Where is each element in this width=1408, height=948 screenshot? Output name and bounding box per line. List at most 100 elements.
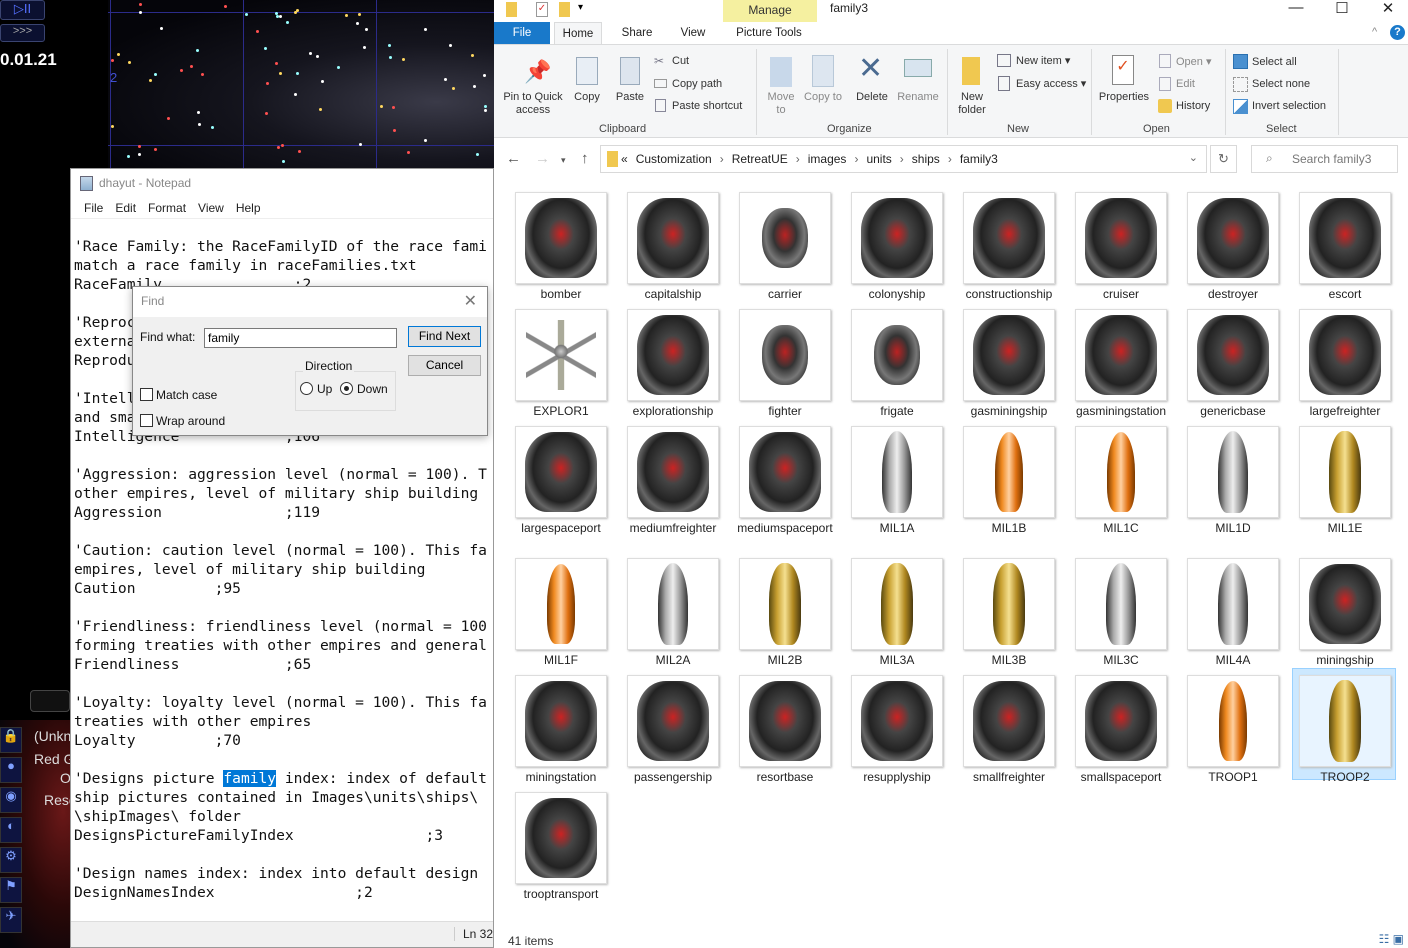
- chevron-right-icon[interactable]: ›: [720, 152, 724, 166]
- properties-button[interactable]: Properties: [1096, 91, 1152, 104]
- file-item[interactable]: escort: [1292, 185, 1396, 301]
- file-item[interactable]: EXPLOR1: [508, 302, 612, 418]
- file-item[interactable]: smallfreighter: [956, 668, 1060, 784]
- copy-to-button[interactable]: Copy to: [804, 91, 842, 104]
- file-item[interactable]: fighter: [732, 302, 836, 418]
- planet-icon[interactable]: ●: [0, 757, 22, 783]
- find-what-input[interactable]: [204, 328, 397, 348]
- lock-icon[interactable]: 🔒: [0, 727, 22, 753]
- file-item[interactable]: carrier: [732, 185, 836, 301]
- chevron-right-icon[interactable]: ›: [796, 152, 800, 166]
- view-toggle-icons[interactable]: ☷ ▣: [1379, 932, 1404, 946]
- gear-icon[interactable]: ⚙: [0, 847, 22, 873]
- play-pause-button[interactable]: ▷II: [0, 0, 45, 20]
- file-item[interactable]: gasminingstation: [1068, 302, 1172, 418]
- back-icon[interactable]: ←: [506, 150, 521, 167]
- menu-help[interactable]: Help: [230, 199, 267, 218]
- menu-file[interactable]: File: [78, 199, 109, 218]
- search-input[interactable]: ⌕ Search family3: [1251, 145, 1398, 173]
- ship-icon[interactable]: ✈: [0, 907, 22, 933]
- galaxy-map[interactable]: 2: [108, 0, 494, 170]
- match-case-checkbox[interactable]: [140, 388, 153, 401]
- paste-shortcut-button[interactable]: Paste shortcut: [672, 100, 742, 113]
- copy-path-button[interactable]: Copy path: [672, 78, 722, 91]
- minimize-icon[interactable]: —: [1281, 0, 1311, 16]
- file-item[interactable]: capitalship: [620, 185, 724, 301]
- move-to-button[interactable]: Move to: [762, 91, 800, 117]
- file-item[interactable]: destroyer: [1180, 185, 1284, 301]
- close-icon[interactable]: ✕: [464, 291, 477, 311]
- breadcrumb-item[interactable]: Customization: [636, 152, 712, 166]
- refresh-icon[interactable]: ↻: [1210, 145, 1237, 173]
- file-item[interactable]: MIL3B: [956, 551, 1060, 667]
- chevron-right-icon[interactable]: ›: [900, 152, 904, 166]
- down-radio[interactable]: [340, 382, 353, 395]
- tab-share[interactable]: Share: [616, 22, 658, 44]
- chevron-right-icon[interactable]: ›: [854, 152, 858, 166]
- rename-button[interactable]: Rename: [894, 91, 942, 104]
- copy-button[interactable]: Copy: [570, 91, 604, 104]
- tab-home[interactable]: Home: [554, 22, 602, 44]
- file-item[interactable]: MIL4A: [1180, 551, 1284, 667]
- address-bar[interactable]: « Customization › RetreatUE › images › units › sh…: [600, 145, 1207, 173]
- menu-view[interactable]: View: [192, 199, 230, 218]
- breadcrumb-item[interactable]: units: [866, 152, 891, 166]
- file-item[interactable]: cruiser: [1068, 185, 1172, 301]
- notepad-titlebar[interactable]: dhayut - Notepad: [71, 169, 493, 199]
- menu-format[interactable]: Format: [142, 199, 192, 218]
- overflow-chevron-icon[interactable]: «: [621, 152, 628, 166]
- tab-file[interactable]: File: [494, 22, 550, 44]
- breadcrumb-item[interactable]: ships: [912, 152, 940, 166]
- file-item[interactable]: TROOP1: [1180, 668, 1284, 784]
- up-icon[interactable]: ↑: [581, 150, 589, 167]
- address-dropdown-icon[interactable]: ⌄: [1189, 151, 1198, 164]
- file-item[interactable]: trooptransport: [508, 785, 612, 901]
- file-item[interactable]: miningstation: [508, 668, 612, 784]
- speed-button[interactable]: >>>: [0, 24, 45, 42]
- file-item[interactable]: MIL1A: [844, 419, 948, 535]
- wrap-around-checkbox[interactable]: [140, 414, 153, 427]
- file-item[interactable]: resupplyship: [844, 668, 948, 784]
- breadcrumb-item[interactable]: family3: [960, 152, 998, 166]
- compass-icon[interactable]: ◐: [0, 817, 22, 843]
- file-item[interactable]: smallspaceport: [1068, 668, 1172, 784]
- forward-icon[interactable]: →: [535, 150, 550, 167]
- file-item[interactable]: passengership: [620, 668, 724, 784]
- open-button[interactable]: Open ▾: [1176, 56, 1212, 69]
- file-item[interactable]: mediumspaceport: [732, 419, 836, 535]
- file-item[interactable]: miningship: [1292, 551, 1396, 667]
- file-item[interactable]: MIL1F: [508, 551, 612, 667]
- file-item[interactable]: TROOP2: [1292, 668, 1396, 784]
- file-item[interactable]: largespaceport: [508, 419, 612, 535]
- breadcrumb-item[interactable]: RetreatUE: [732, 152, 788, 166]
- tab-picture-tools[interactable]: Picture Tools: [726, 22, 812, 44]
- game-panel-button[interactable]: [30, 690, 70, 712]
- cancel-button[interactable]: Cancel: [408, 355, 481, 376]
- breadcrumb-item[interactable]: images: [808, 152, 847, 166]
- paste-button[interactable]: Paste: [612, 91, 648, 104]
- file-item[interactable]: MIL1E: [1292, 419, 1396, 535]
- edit-button[interactable]: Edit: [1176, 78, 1195, 91]
- file-item[interactable]: MIL3A: [844, 551, 948, 667]
- file-item[interactable]: gasminingship: [956, 302, 1060, 418]
- file-item[interactable]: explorationship: [620, 302, 724, 418]
- select-none-button[interactable]: Select none: [1252, 78, 1310, 91]
- file-item[interactable]: MIL2B: [732, 551, 836, 667]
- menu-edit[interactable]: Edit: [109, 199, 142, 218]
- file-item[interactable]: MIL1C: [1068, 419, 1172, 535]
- flag-icon[interactable]: ⚑: [0, 877, 22, 903]
- file-item[interactable]: bomber: [508, 185, 612, 301]
- properties-icon[interactable]: ✓: [536, 2, 548, 17]
- select-all-button[interactable]: Select all: [1252, 56, 1297, 69]
- file-item[interactable]: resortbase: [732, 668, 836, 784]
- customize-toolbar-icon[interactable]: ▾: [578, 2, 583, 13]
- eye-icon[interactable]: ◉: [0, 787, 22, 813]
- recent-locations-icon[interactable]: ▾: [561, 155, 566, 166]
- file-item[interactable]: MIL1D: [1180, 419, 1284, 535]
- find-next-button[interactable]: Find Next: [408, 326, 481, 347]
- cut-button[interactable]: Cut: [672, 55, 689, 68]
- file-item[interactable]: colonyship: [844, 185, 948, 301]
- easy-access-button[interactable]: Easy access ▾: [1016, 78, 1086, 91]
- file-item[interactable]: frigate: [844, 302, 948, 418]
- file-item[interactable]: largefreighter: [1292, 302, 1396, 418]
